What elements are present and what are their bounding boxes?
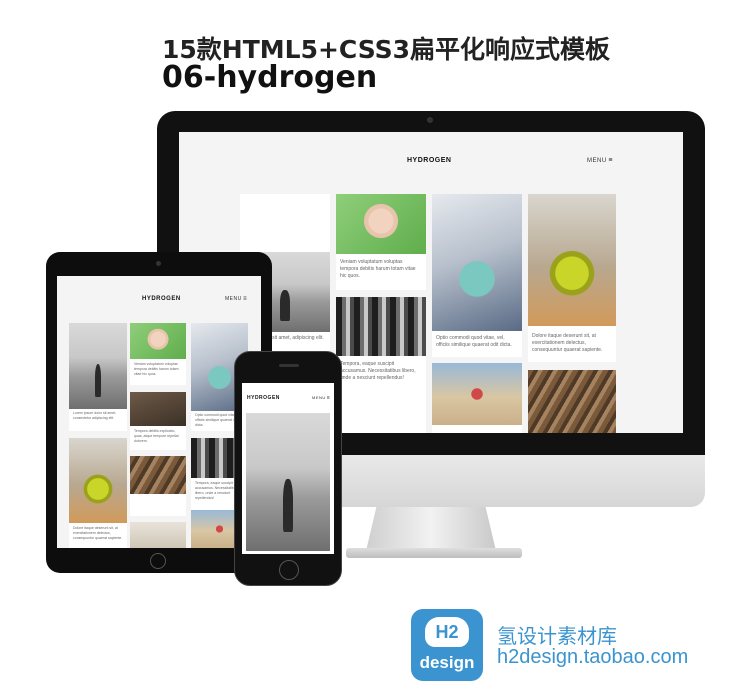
brand-logo-cloud-icon: H2 [425,617,469,647]
phone-menu-label: MENU [312,395,326,400]
grid-card[interactable]: Optio commodi quod vitae, vel, officiis … [432,194,522,357]
card-image-woodpile [130,456,186,494]
card-image-forest-portrait [336,297,426,356]
desktop-site-logo[interactable]: HYDROGEN [407,157,451,164]
page-subtitle-template-name: 06-hydrogen [162,60,378,95]
tablet-menu-label: MENU [225,296,242,302]
tablet-camera [156,261,161,266]
card-caption: Dolore itaque deserunt sit, at exercitat… [73,526,123,540]
hamburger-icon: ≡ [608,157,613,164]
card-image-brush [130,392,186,426]
card-image-woodpile [528,370,616,433]
grid-card[interactable]: Dolore itaque deserunt sit, at exercitat… [528,194,616,362]
desktop-menu-button[interactable]: MENU ≡ [587,157,612,164]
grid-card[interactable] [130,456,186,516]
phone-screen: HYDROGEN MENU ≡ [242,383,334,554]
grid-card[interactable]: Veniam voluptatum voluptas tempora debit… [336,194,426,290]
card-image-laptop [432,194,522,331]
tablet-site-logo[interactable]: HYDROGEN [142,296,181,302]
grid-card[interactable]: Dolore itaque deserunt sit, at exercitat… [69,438,127,548]
brand-logo-word: design [419,653,475,672]
monitor-stand-foot [346,548,522,558]
phone-hero-image-lake-walker[interactable] [246,413,330,551]
grid-card[interactable]: Lorem ipsum dolor sit amet, consectetur … [69,323,127,431]
phone-home-button[interactable] [279,560,299,580]
card-image-juice [69,438,127,523]
phone-menu-button[interactable]: MENU ≡ [312,395,330,401]
tablet-screen: HYDROGEN MENU ≡ Lorem ipsum dolor sit am… [57,276,261,548]
monitor-camera [427,117,433,123]
tablet-home-button[interactable] [150,553,166,569]
card-caption: Tempora, eaque suscipit accusamus. Neces… [340,361,416,381]
card-image-woman-green [130,323,186,359]
phone-speaker [279,364,299,367]
grid-card[interactable] [528,370,616,433]
brand-name: 氢设计素材库 [497,624,617,648]
card-caption: Tempora debitis explicabo, quas, atque t… [134,429,179,443]
grid-card[interactable]: Tempora, eaque suscipit accusamus. Neces… [336,297,426,433]
phone-device: HYDROGEN MENU ≡ [234,351,342,586]
card-image-wall [130,522,186,548]
hamburger-icon: ≡ [243,296,247,302]
card-caption: Dolore itaque deserunt sit, at exercitat… [532,333,603,353]
hamburger-icon: ≡ [326,395,330,401]
monitor-stand-neck [366,507,496,551]
card-caption: Lorem ipsum dolor sit amet, consectetur … [73,411,117,420]
card-image-juice [528,194,616,326]
desktop-menu-label: MENU [587,158,607,164]
grid-card[interactable]: Tempora debitis explicabo, quas, atque t… [130,392,186,450]
brand-url[interactable]: h2design.taobao.com [497,646,688,669]
phone-site-logo[interactable]: HYDROGEN [247,395,280,401]
card-image-blank [240,194,330,252]
grid-card[interactable] [130,522,186,548]
brand-logo: H2 design [411,609,483,681]
card-caption: Veniam voluptatum voluptas tempora debit… [340,259,416,279]
card-caption: Optio commodi quod vitae, vel, officiis … [436,335,512,348]
grid-card[interactable]: Veniam voluptatum voluptas tempora debit… [130,323,186,385]
tablet-menu-button[interactable]: MENU ≡ [225,296,247,302]
card-image-lake-walker [69,323,127,409]
card-image-seaside [432,363,522,425]
card-caption: Veniam voluptatum voluptas tempora debit… [134,362,179,376]
grid-card[interactable] [432,363,522,433]
card-image-woman-green [336,194,426,254]
